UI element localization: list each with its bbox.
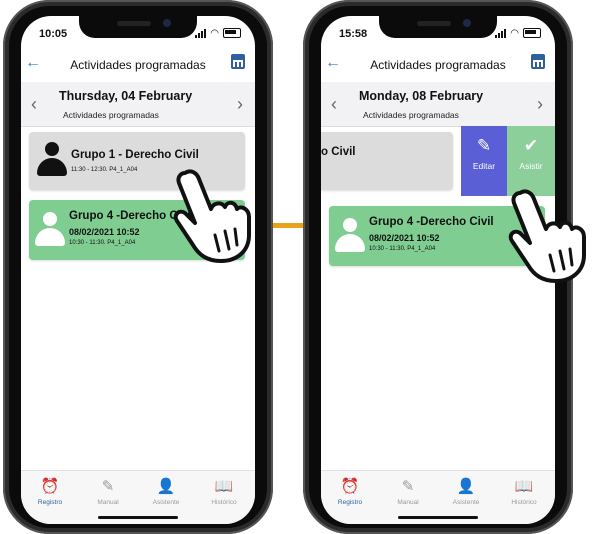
battery-icon	[523, 28, 541, 38]
card-date: 08/02/2021 10:52	[69, 227, 140, 237]
card-title: Grupo 1 - Derecho Civil	[71, 149, 199, 161]
tab-label: Asistente	[452, 499, 480, 506]
book-icon: 📖	[214, 478, 234, 495]
signal-icon	[195, 28, 207, 38]
card-meta: 10:30 - 11:30. P4_1_A04	[369, 246, 436, 252]
tab-asistente[interactable]: 👤 Asistente	[137, 477, 195, 506]
chevron-right-icon[interactable]: ›	[237, 94, 243, 115]
user-avatar-icon	[37, 142, 67, 180]
phone-screen: 10:05 ◠ ← Actividades programadas ‹ Thur…	[21, 16, 255, 524]
card-meta: 10:30 - 11:30. P4_1_A04	[69, 240, 136, 246]
notch	[79, 16, 197, 38]
user-check-icon: 👤	[156, 478, 176, 495]
date-navigator: ‹ Thursday, 04 February Actividades prog…	[21, 82, 255, 127]
card-meta: 11:30 - 12:30. P4_1_A04	[71, 167, 138, 173]
tab-manual[interactable]: ✎ Manual	[379, 477, 437, 506]
status-time: 15:58	[339, 28, 368, 40]
tab-registro[interactable]: ⏰ Registro	[21, 477, 79, 506]
tab-historico[interactable]: 📖 Histórico	[195, 477, 253, 506]
chevron-left-icon[interactable]: ‹	[331, 94, 337, 115]
chevron-right-icon[interactable]: ›	[537, 94, 543, 115]
notch	[379, 16, 497, 38]
date-navigator: ‹ Monday, 08 February Actividades progra…	[321, 82, 555, 127]
tab-label: Registro	[37, 499, 63, 506]
card-title: o Civil	[321, 146, 356, 158]
edit-note-icon: ✎	[101, 478, 115, 495]
tab-label: Histórico	[211, 499, 237, 506]
alarm-clock-icon: ⏰	[40, 478, 60, 495]
phone-left: 10:05 ◠ ← Actividades programadas ‹ Thur…	[3, 0, 273, 534]
user-check-icon: 👤	[456, 478, 476, 495]
date-title: Thursday, 04 February	[59, 89, 193, 103]
user-avatar-icon	[335, 218, 365, 256]
wifi-icon: ◠	[510, 27, 519, 39]
chevron-left-icon[interactable]: ‹	[31, 94, 37, 115]
tab-label: Histórico	[511, 499, 537, 506]
tab-label: Registro	[337, 499, 363, 506]
wifi-icon: ◠	[210, 27, 219, 39]
edit-note-icon: ✎	[401, 478, 415, 495]
attend-label: Asistir	[519, 161, 543, 171]
pencil-icon: ✎	[476, 136, 492, 155]
tab-manual[interactable]: ✎ Manual	[79, 477, 137, 506]
app-header: ← Actividades programadas	[321, 52, 555, 78]
card-date: 08/02/2021 10:52	[369, 233, 440, 243]
date-title: Monday, 08 February	[359, 89, 484, 103]
calendar-icon[interactable]	[231, 54, 245, 69]
status-time: 10:05	[39, 28, 68, 40]
tap-hand-icon	[508, 189, 586, 283]
user-avatar-icon	[35, 212, 65, 250]
alarm-clock-icon: ⏰	[340, 478, 360, 495]
tab-historico[interactable]: 📖 Histórico	[495, 477, 553, 506]
date-subtitle: Actividades programadas	[363, 110, 459, 120]
page-title: Actividades programadas	[370, 58, 506, 72]
tab-label: Manual	[97, 499, 119, 506]
card-title: Grupo 4 -Derecho Civil	[369, 216, 494, 228]
battery-icon	[223, 28, 241, 38]
tab-asistente[interactable]: 👤 Asistente	[437, 477, 495, 506]
app-header: ← Actividades programadas	[21, 52, 255, 78]
home-indicator	[398, 516, 478, 519]
tab-label: Manual	[397, 499, 419, 506]
tap-hand-icon	[173, 169, 251, 263]
check-icon: ✔	[523, 136, 539, 155]
page-title: Actividades programadas	[70, 58, 206, 72]
tab-label: Asistente	[152, 499, 180, 506]
signal-icon	[495, 28, 507, 38]
activity-card-swiped[interactable]: o Civil	[321, 132, 453, 190]
book-icon: 📖	[514, 478, 534, 495]
home-indicator	[98, 516, 178, 519]
tab-registro[interactable]: ⏰ Registro	[321, 477, 379, 506]
calendar-icon[interactable]	[531, 54, 545, 69]
edit-label: Editar	[472, 161, 496, 171]
date-subtitle: Actividades programadas	[63, 110, 159, 120]
